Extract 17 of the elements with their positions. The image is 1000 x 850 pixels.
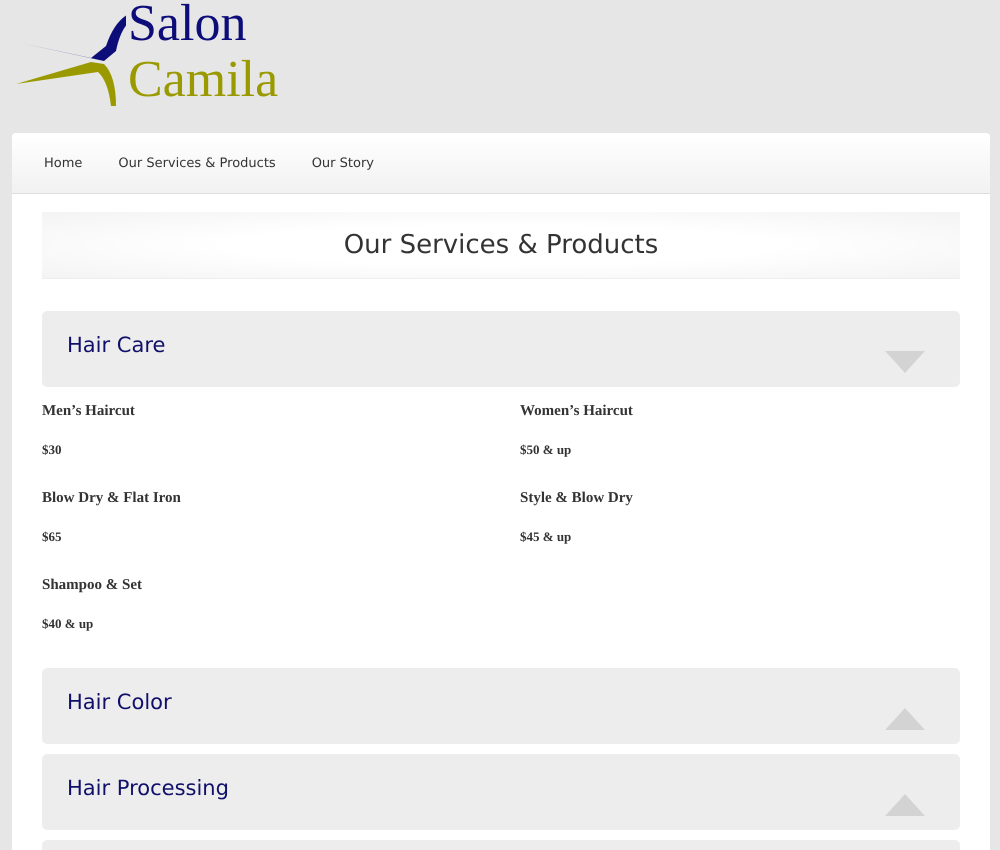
nav-link[interactable]: Our Services & Products [118, 156, 276, 170]
page-title: Our Services & Products [344, 230, 658, 260]
service-price: $30 [42, 442, 62, 458]
service-price: $65 [42, 529, 62, 545]
nav-link[interactable]: Our Story [312, 156, 374, 170]
service-name: Shampoo & Set [42, 577, 144, 594]
service-name: Blow Dry & Flat Iron [42, 490, 182, 507]
service-price: $50 & up [520, 442, 572, 458]
nav-link[interactable]: Home [44, 156, 82, 170]
service-price: $45 & up [520, 529, 572, 545]
service-price: $40 & up [42, 616, 94, 632]
accordion-header[interactable]: Hair Care [42, 311, 960, 387]
service-name: Men’s Haircut [42, 403, 136, 420]
accordion-header[interactable]: Hair Color [42, 668, 960, 744]
service-name: Style & Blow Dry [520, 490, 634, 507]
accordion-header[interactable]: Hair Processing [42, 754, 960, 830]
service-name: Women’s Haircut [520, 403, 634, 420]
